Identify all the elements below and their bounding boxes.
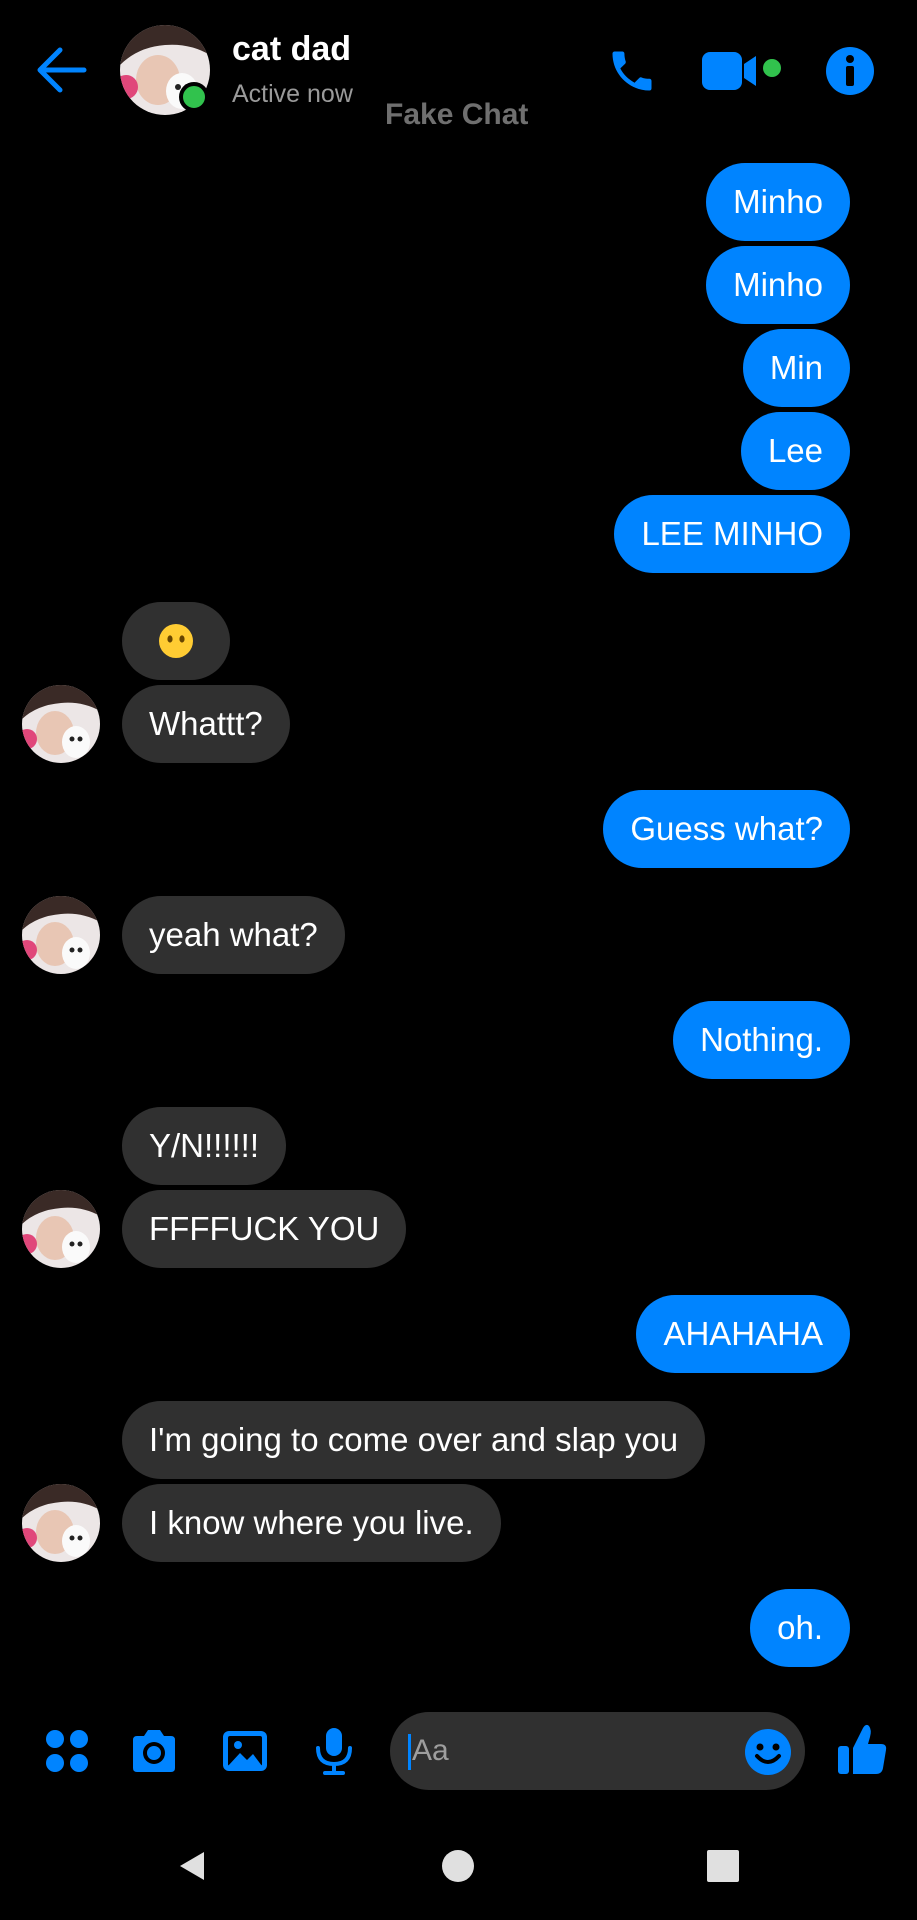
text-caret [408,1734,411,1770]
phone-icon[interactable] [606,45,658,97]
image-icon[interactable] [220,1726,270,1776]
received-message[interactable]: FFFFUCK YOU [122,1190,407,1268]
contact-name[interactable]: cat dad [232,30,351,69]
received-message[interactable]: I'm going to come over and slap you [122,1401,706,1479]
contact-avatar[interactable] [22,1190,100,1268]
nav-home-icon[interactable] [440,1848,476,1884]
received-emoji-message[interactable] [122,602,230,680]
received-message[interactable]: I know where you live. [122,1484,501,1562]
online-indicator [179,82,209,112]
info-icon[interactable] [824,45,876,97]
contact-avatar[interactable] [22,896,100,974]
sent-message[interactable]: Nothing. [673,1001,850,1079]
thumbs-up-icon[interactable] [836,1722,888,1776]
sent-message[interactable]: LEE MINHO [614,495,850,573]
sent-message[interactable]: Minho [706,246,850,324]
sent-message[interactable]: Min [742,329,850,407]
sent-message[interactable]: Minho [706,163,850,241]
received-message[interactable]: Y/N!!!!!! [122,1107,287,1185]
video-camera-icon[interactable] [700,50,784,92]
contact-avatar[interactable] [22,1484,100,1562]
chat-header: cat dad Active now Fake Chat [0,0,917,140]
four-dots-icon[interactable] [42,1726,92,1776]
microphone-icon[interactable] [309,1726,359,1776]
face-without-mouth-emoji-icon [159,624,193,658]
received-message[interactable]: Whattt? [122,685,290,763]
smiley-icon[interactable] [744,1728,792,1776]
received-message[interactable]: yeah what? [122,896,345,974]
message-input-field[interactable]: Aa [390,1712,805,1790]
watermark-text: Fake Chat [385,98,529,131]
nav-recents-icon[interactable] [705,1848,741,1884]
sent-message[interactable]: Guess what? [603,790,850,868]
nav-back-icon[interactable] [174,1848,210,1884]
active-status: Active now [232,80,353,108]
contact-avatar[interactable] [22,685,100,763]
back-arrow-icon[interactable] [34,44,90,96]
sent-message[interactable]: oh. [750,1589,850,1667]
sent-message[interactable]: AHAHAHA [636,1295,850,1373]
camera-icon[interactable] [129,1726,179,1776]
message-input[interactable]: Aa [412,1712,712,1790]
sent-message[interactable]: Lee [740,412,850,490]
